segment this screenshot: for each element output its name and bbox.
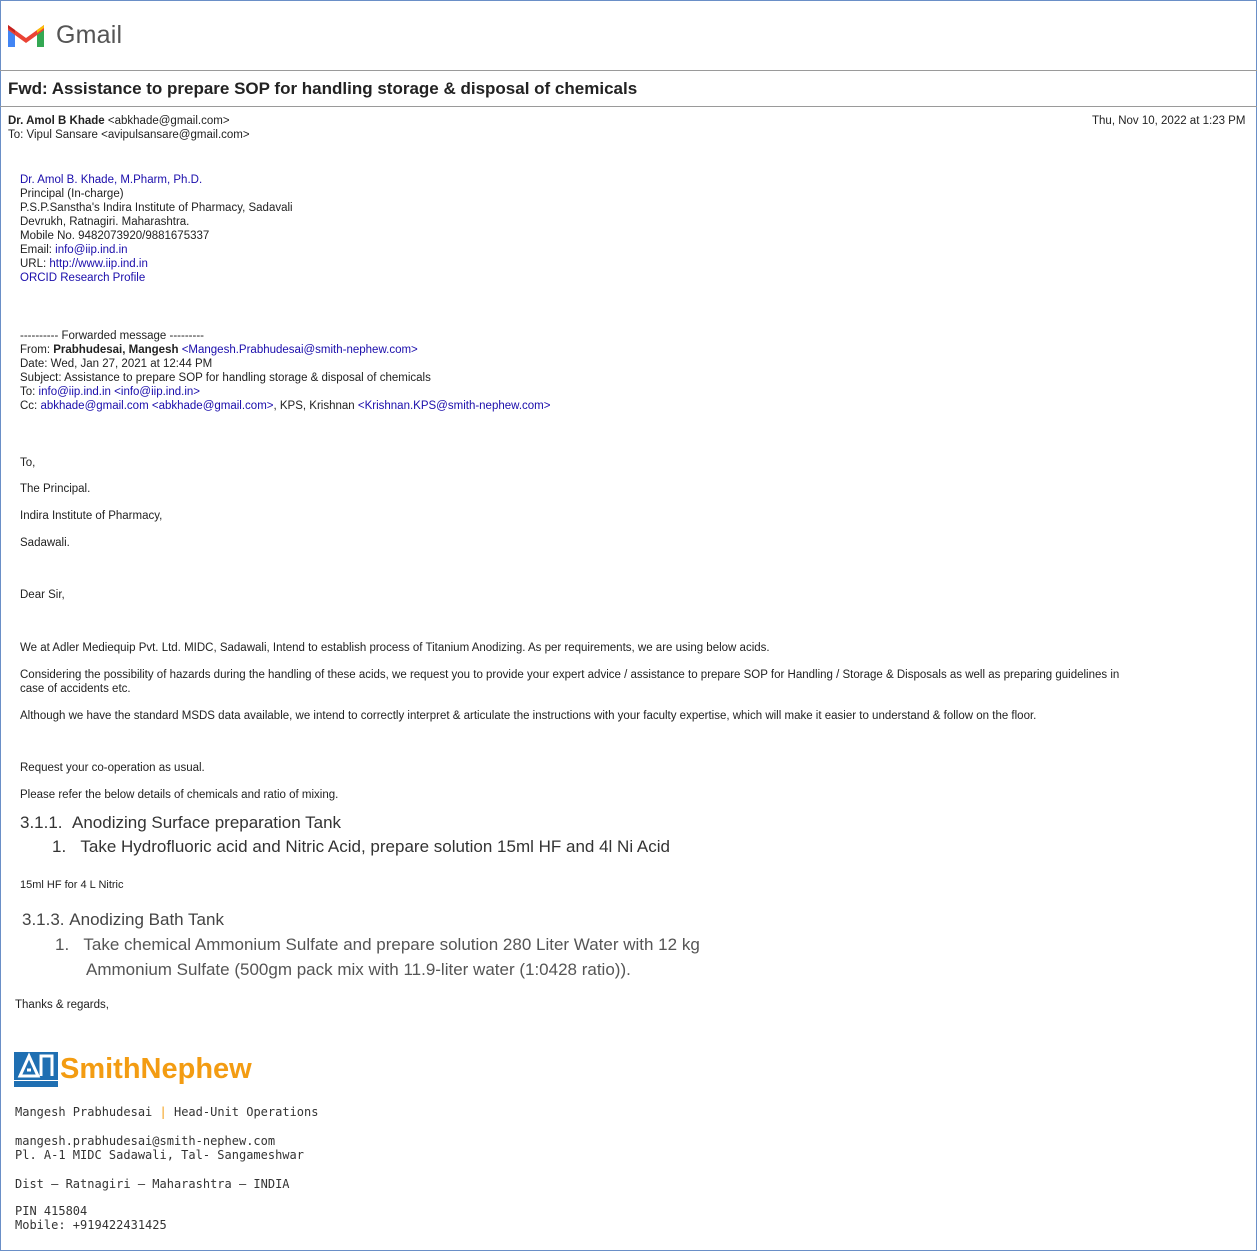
body-note: 15ml HF for 4 L Nitric	[20, 879, 124, 891]
sig2-email[interactable]: mangesh.prabhudesai@smith-nephew.com	[15, 1134, 275, 1148]
fwd-from-email[interactable]: <Mangesh.Prabhudesai@smith-nephew.com>	[182, 344, 418, 356]
email-date: Thu, Nov 10, 2022 at 1:23 PM	[1092, 115, 1246, 127]
sender-name: Dr. Amol B Khade	[8, 115, 105, 127]
sig2-pin: PIN 415804	[15, 1204, 88, 1218]
sig-url-line: URL: http://www.iip.ind.in	[20, 258, 148, 270]
gmail-logo: Gmail	[6, 18, 122, 52]
fwd-to-line: To: info@iip.ind.in <info@iip.ind.in>	[20, 386, 201, 398]
body-place: Sadawali.	[20, 537, 70, 549]
fwd-cc-line: Cc: abkhade@gmail.com <abkhade@gmail.com…	[20, 400, 551, 412]
sig-title: Principal (In-charge)	[20, 188, 124, 200]
email-subject: Fwd: Assistance to prepare SOP for handl…	[8, 79, 638, 98]
fwd-cc-email2[interactable]: <abkhade@gmail.com>	[152, 400, 274, 412]
section-1-item: 1. Take Hydrofluoric acid and Nitric Aci…	[52, 837, 670, 856]
section-2-number: 3.1.3.	[22, 910, 65, 929]
smith-nephew-logo: SmithNephew	[14, 1048, 252, 1088]
body-thanks: Thanks & regards,	[15, 999, 109, 1011]
app-name: Gmail	[56, 20, 123, 49]
section-1-number: 3.1.1.	[20, 813, 63, 832]
body-institute: Indira Institute of Pharmacy,	[20, 510, 163, 522]
fwd-from-name: Prabhudesai, Mangesh	[53, 344, 179, 356]
body-to: To,	[20, 457, 36, 469]
sender-line: Dr. Amol B Khade <abkhade@gmail.com>	[8, 114, 230, 128]
body-para-3: Although we have the standard MSDS data …	[20, 710, 1037, 722]
sig-mobile: Mobile No. 9482073920/9881675337	[20, 230, 210, 242]
sender-email: <abkhade@gmail.com>	[107, 115, 230, 127]
section-1-title: Anodizing Surface preparation Tank	[72, 813, 342, 832]
section-2-heading: 3.1.3. Anodizing Bath Tank	[22, 910, 224, 930]
sig2-name: Mangesh Prabhudesai	[15, 1105, 153, 1119]
sig2-name-line: Mangesh Prabhudesai | Head-Unit Operatio…	[15, 1105, 319, 1119]
sig2-mobile: Mobile: +919422431425	[15, 1218, 167, 1232]
body-para-2b: case of accidents etc.	[20, 683, 131, 695]
sig-address: Devrukh, Ratnagiri. Maharashtra.	[20, 216, 190, 228]
section-2-item-b: Ammonium Sulfate (500gm pack mix with 11…	[86, 960, 631, 979]
subject-divider	[0, 106, 1257, 107]
sig2-addr2: Dist – Ratnagiri – Maharashtra – INDIA	[15, 1177, 290, 1191]
body-greeting: Dear Sir,	[20, 589, 65, 601]
body-para-5: Please refer the below details of chemic…	[20, 789, 339, 801]
body-para-4: Request your co-operation as usual.	[20, 762, 205, 774]
body-para-2a: Considering the possibility of hazards d…	[20, 669, 1120, 681]
fwd-to-email[interactable]: info@iip.ind.in	[39, 386, 111, 398]
fwd-cc-email[interactable]: abkhade@gmail.com	[40, 400, 148, 412]
sig-email-link[interactable]: info@iip.ind.in	[55, 244, 127, 256]
section-2-title: Anodizing Bath Tank	[69, 910, 224, 929]
sig2-addr1: Pl. A-1 MIDC Sadawali, Tal- Sangameshwar	[15, 1148, 304, 1162]
sig-email-line: Email: info@iip.ind.in	[20, 244, 128, 256]
recipient-line: To: Vipul Sansare <avipulsansare@gmail.c…	[8, 129, 250, 141]
forwarded-marker: ---------- Forwarded message ---------	[20, 330, 204, 342]
section-1-heading: 3.1.1. Anodizing Surface preparation Tan…	[20, 813, 341, 833]
section-2-item-a: 1. Take chemical Ammonium Sulfate and pr…	[55, 935, 700, 954]
orcid-link[interactable]: ORCID Research Profile	[20, 271, 293, 285]
fwd-to-email2[interactable]: <info@iip.ind.in>	[114, 386, 200, 398]
sn-logo-text: SmithNephew	[60, 1053, 252, 1085]
sig-url-link[interactable]: http://www.iip.ind.in	[49, 258, 147, 270]
gmail-m-icon	[8, 25, 44, 47]
body-principal: The Principal.	[20, 483, 91, 495]
sig-institute: P.S.P.Sanstha's Indira Institute of Phar…	[20, 202, 293, 214]
fwd-date: Date: Wed, Jan 27, 2021 at 12:44 PM	[20, 358, 213, 370]
fwd-subject: Subject: Assistance to prepare SOP for h…	[20, 372, 431, 384]
fwd-from-line: From: Prabhudesai, Mangesh <Mangesh.Prab…	[20, 344, 418, 356]
sig-name[interactable]: Dr. Amol B. Khade, M.Pharm, Ph.D.	[20, 173, 293, 187]
header-divider	[0, 70, 1257, 71]
sn-emblem-icon	[14, 1052, 58, 1087]
fwd-cc-email3[interactable]: <Krishnan.KPS@smith-nephew.com>	[358, 400, 551, 412]
sig2-role: Head-Unit Operations	[173, 1105, 319, 1119]
body-para-1: We at Adler Mediequip Pvt. Ltd. MIDC, Sa…	[20, 642, 770, 654]
